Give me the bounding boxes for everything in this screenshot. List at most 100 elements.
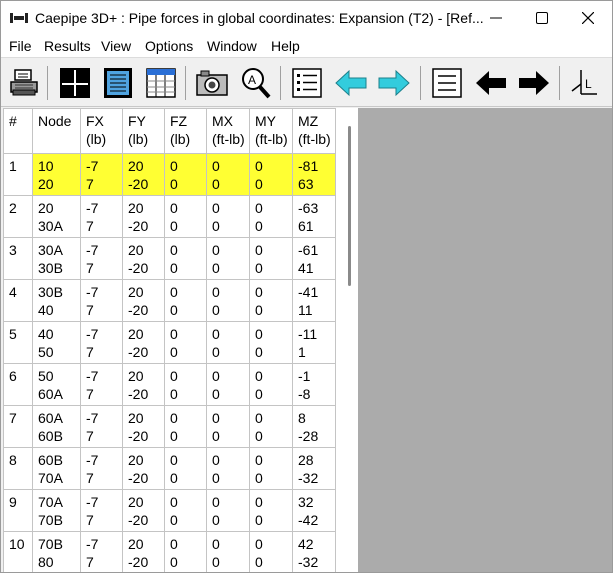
fy-cell[interactable]: 20 -20	[122, 489, 165, 532]
title-bar[interactable]: Caepipe 3D+ : Pipe forces in global coor…	[1, 1, 612, 35]
fy-cell[interactable]: 20 -20	[122, 195, 165, 238]
mx-cell[interactable]: 00	[206, 195, 250, 238]
document-view-button[interactable]	[101, 66, 135, 100]
header-index[interactable]: #	[3, 108, 33, 154]
fz-cell[interactable]: 00	[164, 363, 207, 406]
node-cell[interactable]: 30A 30B	[32, 237, 81, 280]
header-node[interactable]: Node	[32, 108, 81, 154]
row-index-cell[interactable]: 5	[3, 321, 33, 364]
mz-cell[interactable]: 8 -28	[292, 405, 336, 448]
node-cell[interactable]: 70A 70B	[32, 489, 81, 532]
table-row[interactable]: 9 70A 70B -7 7 20 -20 0 0 0 0 0 0 32 -42	[3, 489, 336, 532]
fz-cell[interactable]: 00	[164, 237, 207, 280]
fx-cell[interactable]: -7 7	[80, 195, 123, 238]
mz-cell[interactable]: -11 1	[292, 321, 336, 364]
row-index-cell[interactable]: 1	[3, 153, 33, 196]
node-cell[interactable]: 40 50	[32, 321, 81, 364]
row-index-cell[interactable]: 2	[3, 195, 33, 238]
node-cell[interactable]: 50 60A	[32, 363, 81, 406]
minimize-button[interactable]	[473, 1, 519, 35]
forces-grid[interactable]: # Node FX (lb) FY (lb) FZ (lb) MX (ft-lb) MY…	[3, 108, 358, 572]
fy-cell[interactable]: 20 -20	[122, 321, 165, 364]
my-cell[interactable]: 00	[249, 153, 293, 196]
node-cell[interactable]: 60A 60B	[32, 405, 81, 448]
mx-cell[interactable]: 00	[206, 405, 250, 448]
header-fx[interactable]: FX (lb)	[80, 108, 123, 154]
next-cyan-button[interactable]	[377, 66, 411, 100]
fy-cell[interactable]: 20 -20	[122, 363, 165, 406]
menu-options[interactable]: Options	[145, 38, 193, 54]
fz-cell[interactable]: 00	[164, 195, 207, 238]
my-cell[interactable]: 00	[249, 531, 293, 572]
node-cell[interactable]: 30B 40	[32, 279, 81, 322]
vertical-scrollbar[interactable]	[342, 108, 358, 572]
mz-cell[interactable]: -41 11	[292, 279, 336, 322]
row-index-cell[interactable]: 6	[3, 363, 33, 406]
table-row[interactable]: 10 70B 80 -7 7 20 -20 0 0 0 0 0 0 42 -32	[3, 531, 336, 572]
header-fy[interactable]: FY (lb)	[122, 108, 165, 154]
node-cell[interactable]: 60B 70A	[32, 447, 81, 490]
table-row[interactable]: 2 20 30A -7 7 20 -20 0 0 0 0 0 0 -63 61	[3, 195, 336, 238]
fz-cell[interactable]: 00	[164, 405, 207, 448]
row-index-cell[interactable]: 10	[3, 531, 33, 572]
mz-cell[interactable]: -63 61	[292, 195, 336, 238]
lines-button[interactable]	[430, 66, 464, 100]
fy-cell[interactable]: 20 -20	[122, 153, 165, 196]
fz-cell[interactable]: 00	[164, 321, 207, 364]
row-index-cell[interactable]: 7	[3, 405, 33, 448]
node-cell[interactable]: 20 30A	[32, 195, 81, 238]
mx-cell[interactable]: 00	[206, 489, 250, 532]
mz-cell[interactable]: 28 -32	[292, 447, 336, 490]
axes-button[interactable]: L	[567, 66, 601, 100]
fz-cell[interactable]: 00	[164, 153, 207, 196]
camera-button[interactable]	[195, 66, 229, 100]
fz-cell[interactable]: 00	[164, 489, 207, 532]
fz-cell[interactable]: 00	[164, 447, 207, 490]
my-cell[interactable]: 00	[249, 447, 293, 490]
table-row[interactable]: 4 30B 40 -7 7 20 -20 0 0 0 0 0 0 -41 11	[3, 279, 336, 322]
mz-cell[interactable]: 42 -32	[292, 531, 336, 572]
print-button[interactable]	[7, 66, 41, 100]
table-row[interactable]: 8 60B 70A -7 7 20 -20 0 0 0 0 0 0 28 -32	[3, 447, 336, 490]
fy-cell[interactable]: 20 -20	[122, 447, 165, 490]
fz-cell[interactable]: 00	[164, 531, 207, 572]
row-index-cell[interactable]: 3	[3, 237, 33, 280]
node-cell[interactable]: 70B 80	[32, 531, 81, 572]
zoom-button[interactable]: A	[238, 66, 272, 100]
mz-cell[interactable]: -81 63	[292, 153, 336, 196]
close-button[interactable]	[565, 1, 611, 35]
fx-cell[interactable]: -7 7	[80, 489, 123, 532]
mx-cell[interactable]: 00	[206, 363, 250, 406]
row-index-cell[interactable]: 4	[3, 279, 33, 322]
my-cell[interactable]: 00	[249, 363, 293, 406]
fz-cell[interactable]: 00	[164, 279, 207, 322]
fy-cell[interactable]: 20 -20	[122, 279, 165, 322]
mx-cell[interactable]: 00	[206, 321, 250, 364]
my-cell[interactable]: 00	[249, 195, 293, 238]
mx-cell[interactable]: 00	[206, 531, 250, 572]
menu-help[interactable]: Help	[271, 38, 300, 54]
mx-cell[interactable]: 00	[206, 237, 250, 280]
table-row[interactable]: 7 60A 60B -7 7 20 -20 0 0 0 0 0 0 8 -28	[3, 405, 336, 448]
mz-cell[interactable]: 32 -42	[292, 489, 336, 532]
fy-cell[interactable]: 20 -20	[122, 237, 165, 280]
crosshair-button[interactable]	[58, 66, 92, 100]
my-cell[interactable]: 00	[249, 279, 293, 322]
my-cell[interactable]: 00	[249, 237, 293, 280]
my-cell[interactable]: 00	[249, 405, 293, 448]
menu-window[interactable]: Window	[207, 38, 257, 54]
fx-cell[interactable]: -7 7	[80, 405, 123, 448]
mz-cell[interactable]: -1 -8	[292, 363, 336, 406]
menu-results[interactable]: Results	[44, 38, 91, 54]
list-button[interactable]	[290, 66, 324, 100]
fx-cell[interactable]: -7 7	[80, 447, 123, 490]
node-cell[interactable]: 10 20	[32, 153, 81, 196]
maximize-button[interactable]	[519, 1, 565, 35]
fx-cell[interactable]: -7 7	[80, 237, 123, 280]
fx-cell[interactable]: -7 7	[80, 363, 123, 406]
next-black-button[interactable]	[517, 66, 551, 100]
table-row[interactable]: 5 40 50 -7 7 20 -20 0 0 0 0 0 0 -11 1	[3, 321, 336, 364]
table-row[interactable]: 1 10 20 -7 7 20 -20 0 0 0 0 0 0 -81 63	[3, 153, 336, 196]
my-cell[interactable]: 00	[249, 489, 293, 532]
row-index-cell[interactable]: 9	[3, 489, 33, 532]
